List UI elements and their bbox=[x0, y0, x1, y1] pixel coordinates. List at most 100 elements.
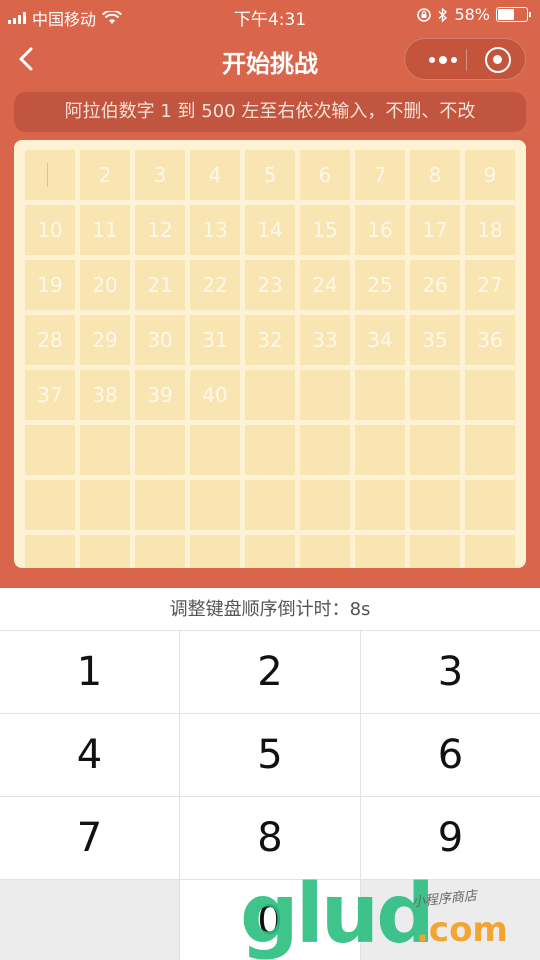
keypad-key-8[interactable]: 8 bbox=[180, 797, 360, 879]
grid-cell: 13 bbox=[190, 205, 240, 255]
battery-icon bbox=[496, 7, 531, 22]
grid-cell bbox=[300, 535, 350, 568]
grid-cell: 30 bbox=[135, 315, 185, 365]
grid-cell bbox=[410, 535, 460, 568]
grid-cell bbox=[465, 480, 515, 530]
keypad-key-4[interactable]: 4 bbox=[0, 714, 179, 796]
grid-cell: 39 bbox=[135, 370, 185, 420]
grid-cell: 24 bbox=[300, 260, 350, 310]
grid-cell: 2 bbox=[80, 150, 130, 200]
status-right: 58% bbox=[416, 5, 531, 24]
grid-cell: 33 bbox=[300, 315, 350, 365]
grid-cell bbox=[80, 425, 130, 475]
grid-cell bbox=[300, 480, 350, 530]
grid-cell bbox=[25, 535, 75, 568]
grid-cell: 29 bbox=[80, 315, 130, 365]
capsule-divider bbox=[466, 49, 467, 71]
grid-cell bbox=[410, 370, 460, 420]
grid-cell: 21 bbox=[135, 260, 185, 310]
grid-cell: 22 bbox=[190, 260, 240, 310]
grid-cell: 28 bbox=[25, 315, 75, 365]
grid-cell bbox=[190, 480, 240, 530]
grid-cell: 5 bbox=[245, 150, 295, 200]
bluetooth-icon bbox=[438, 6, 448, 23]
grid-cell: 20 bbox=[80, 260, 130, 310]
number-board: 2 3 4 5 6 7 8 9 10 11 12 13 14 15 16 17 18 19 20 21 22 23 24 25… bbox=[14, 140, 526, 568]
keypad-blank bbox=[361, 880, 540, 960]
grid-cell: 27 bbox=[465, 260, 515, 310]
keypad-key-5[interactable]: 5 bbox=[180, 714, 360, 796]
grid-cell bbox=[355, 535, 405, 568]
number-keypad: 123 456 7890 bbox=[0, 631, 540, 960]
grid-cell-current bbox=[25, 150, 75, 200]
battery-percent: 58% bbox=[454, 5, 490, 24]
grid-cell: 38 bbox=[80, 370, 130, 420]
keypad-key-6[interactable]: 6 bbox=[361, 714, 540, 796]
grid-cell: 8 bbox=[410, 150, 460, 200]
grid-cell: 26 bbox=[410, 260, 460, 310]
instruction-banner: 阿拉伯数字 1 到 500 左至右依次输入，不删、不改 bbox=[14, 92, 526, 132]
grid-cell bbox=[80, 535, 130, 568]
grid-cell: 32 bbox=[245, 315, 295, 365]
grid-cell: 11 bbox=[80, 205, 130, 255]
keypad-blank bbox=[0, 880, 179, 960]
grid-cell: 4 bbox=[190, 150, 240, 200]
grid-cell bbox=[245, 480, 295, 530]
grid-cell bbox=[190, 425, 240, 475]
grid-cell bbox=[245, 370, 295, 420]
keypad-sheet: 调整键盘顺序倒计时：8s 123 456 7890 bbox=[0, 588, 540, 960]
grid-cell: 16 bbox=[355, 205, 405, 255]
grid-cell bbox=[410, 425, 460, 475]
number-grid: 2 3 4 5 6 7 8 9 10 11 12 13 14 15 16 17 18 19 20 21 22 23 24 25… bbox=[25, 150, 515, 568]
grid-cell bbox=[135, 425, 185, 475]
grid-cell: 31 bbox=[190, 315, 240, 365]
grid-cell: 9 bbox=[465, 150, 515, 200]
grid-cell: 34 bbox=[355, 315, 405, 365]
text-caret bbox=[47, 163, 48, 187]
grid-cell bbox=[25, 425, 75, 475]
nav-bar: 开始挑战 bbox=[0, 30, 540, 90]
grid-cell: 35 bbox=[410, 315, 460, 365]
grid-cell: 19 bbox=[25, 260, 75, 310]
grid-cell: 25 bbox=[355, 260, 405, 310]
keypad-key-2[interactable]: 2 bbox=[180, 631, 360, 713]
grid-cell: 18 bbox=[465, 205, 515, 255]
rotation-lock-icon bbox=[417, 7, 432, 22]
countdown-label: 调整键盘顺序倒计时：8s bbox=[0, 588, 540, 631]
grid-cell bbox=[300, 425, 350, 475]
grid-cell: 17 bbox=[410, 205, 460, 255]
status-bar: 中国移动 下午4:31 58% bbox=[0, 0, 540, 30]
more-dots-icon[interactable] bbox=[423, 53, 463, 67]
grid-cell: 10 bbox=[25, 205, 75, 255]
grid-cell bbox=[465, 535, 515, 568]
grid-cell bbox=[25, 480, 75, 530]
battery-fill bbox=[498, 9, 514, 20]
grid-cell: 15 bbox=[300, 205, 350, 255]
grid-cell: 23 bbox=[245, 260, 295, 310]
grid-cell bbox=[135, 480, 185, 530]
target-circle-icon[interactable] bbox=[485, 47, 511, 73]
keypad-key-9[interactable]: 9 bbox=[361, 797, 540, 879]
mini-program-capsule bbox=[404, 38, 526, 80]
grid-cell: 12 bbox=[135, 205, 185, 255]
grid-cell: 40 bbox=[190, 370, 240, 420]
grid-cell: 3 bbox=[135, 150, 185, 200]
grid-cell: 36 bbox=[465, 315, 515, 365]
grid-cell bbox=[465, 425, 515, 475]
grid-cell bbox=[245, 535, 295, 568]
grid-cell: 6 bbox=[300, 150, 350, 200]
keypad-key-3[interactable]: 3 bbox=[361, 631, 540, 713]
grid-cell bbox=[245, 425, 295, 475]
keypad-key-1[interactable]: 1 bbox=[0, 631, 179, 713]
grid-cell bbox=[80, 480, 130, 530]
grid-cell: 14 bbox=[245, 205, 295, 255]
grid-cell bbox=[355, 370, 405, 420]
keypad-key-7[interactable]: 7 bbox=[0, 797, 179, 879]
grid-cell bbox=[300, 370, 350, 420]
grid-cell bbox=[410, 480, 460, 530]
grid-cell bbox=[190, 535, 240, 568]
grid-cell bbox=[465, 370, 515, 420]
grid-cell: 7 bbox=[355, 150, 405, 200]
grid-cell: 37 bbox=[25, 370, 75, 420]
keypad-key-0[interactable]: 0 bbox=[180, 880, 360, 960]
